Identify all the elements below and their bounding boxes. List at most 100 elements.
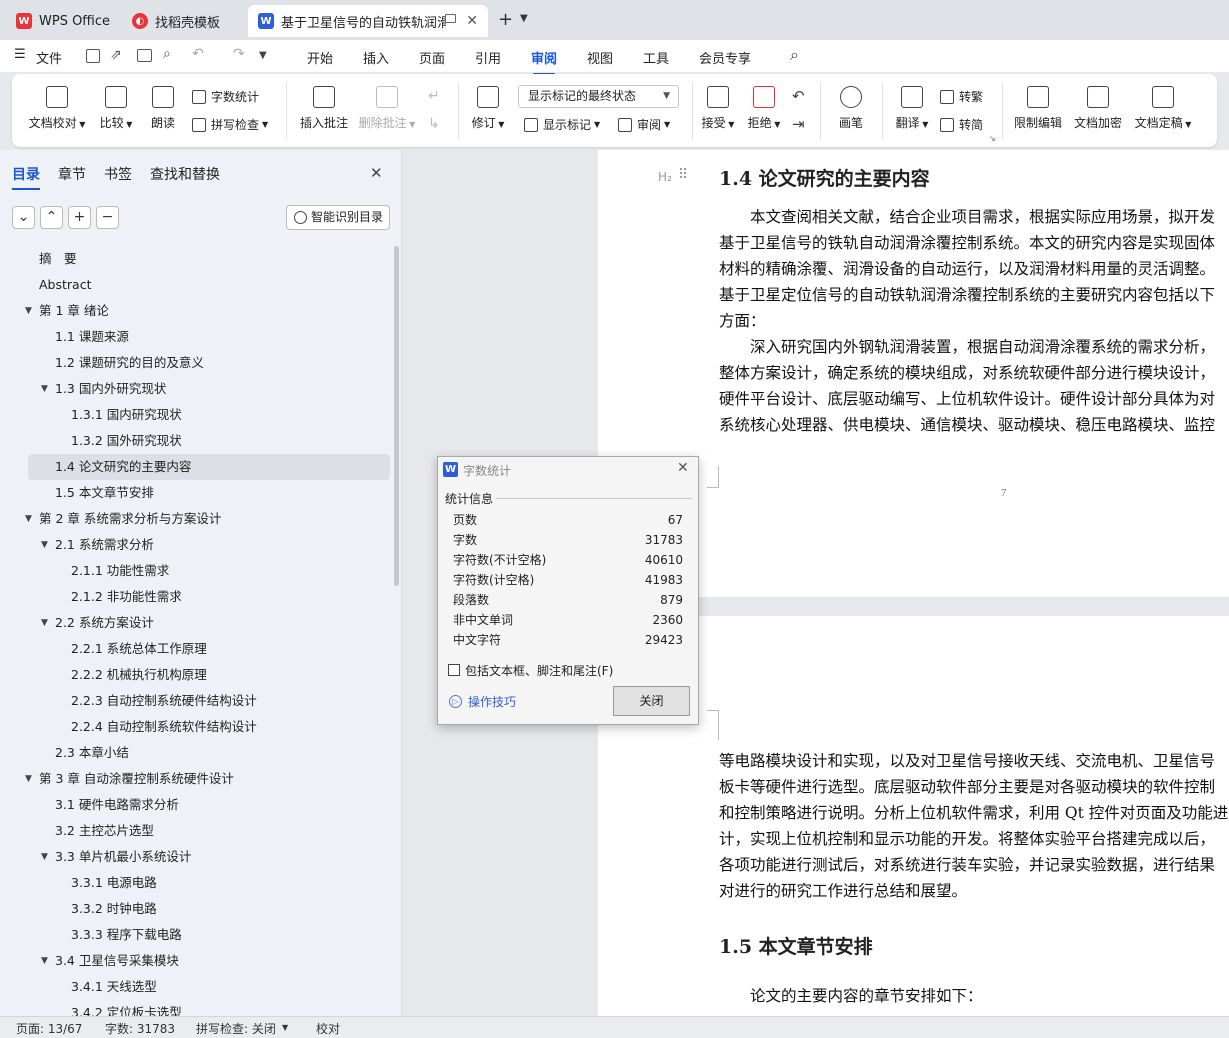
accept-button[interactable]: 接受 ▼: [698, 86, 738, 131]
compare-button[interactable]: 比较 ▼: [96, 86, 136, 131]
page-indicator[interactable]: 页面: 13/67: [16, 1020, 82, 1037]
toc-item[interactable]: ▼ 第 3 章 自动涂覆控制系统硬件设计: [0, 766, 402, 792]
toc-item[interactable]: 1.1 课题来源: [0, 324, 402, 350]
toc-item[interactable]: 1.4 论文研究的主要内容: [28, 454, 390, 480]
previous-comment-icon[interactable]: ↵: [428, 88, 440, 104]
close-pane-icon[interactable]: ✕: [370, 164, 383, 182]
expand-toggle-icon[interactable]: ▼: [25, 506, 32, 532]
doc-check-button[interactable]: 文档校对 ▼: [26, 86, 88, 131]
toc-item[interactable]: 3.3.1 电源电路: [0, 870, 402, 896]
toc-item[interactable]: ▼ 第 1 章 绪论: [0, 298, 402, 324]
read-aloud-button[interactable]: 朗读: [148, 86, 178, 131]
collapse-chevron-icon[interactable]: ⌄: [12, 206, 35, 229]
toc-item[interactable]: 1.3.2 国外研究现状: [0, 428, 402, 454]
tab-list-chevron-icon[interactable]: ▼: [520, 13, 528, 24]
tips-link[interactable]: 操作技巧: [468, 693, 516, 710]
sidebar-scrollbar[interactable]: [394, 246, 399, 586]
menu-start[interactable]: 开始: [303, 46, 337, 69]
expand-toggle-icon[interactable]: ▼: [41, 610, 48, 636]
tab-wps-office[interactable]: W WPS Office: [6, 5, 118, 37]
toc-item[interactable]: 3.2 主控芯片选型: [0, 818, 402, 844]
toc-item[interactable]: Abstract: [0, 272, 402, 298]
menu-insert[interactable]: 插入: [359, 46, 393, 69]
toc-item[interactable]: 3.4.1 天线选型: [0, 974, 402, 1000]
toc-item[interactable]: 2.1.1 功能性需求: [0, 558, 402, 584]
print-icon[interactable]: [137, 49, 152, 62]
tab-toc[interactable]: 目录: [12, 164, 40, 190]
add-heading-icon[interactable]: +: [68, 206, 91, 229]
print-preview-icon[interactable]: ⌕: [163, 46, 171, 62]
toc-item[interactable]: 2.2.3 自动控制系统硬件结构设计: [0, 688, 402, 714]
toc-item[interactable]: ▼ 1.3 国内外研究现状: [0, 376, 402, 402]
expand-toggle-icon[interactable]: ▼: [25, 766, 32, 792]
menu-file[interactable]: 文件: [32, 46, 66, 69]
expand-toggle-icon[interactable]: ▼: [41, 844, 48, 870]
new-tab-icon[interactable]: +: [498, 9, 513, 30]
toc-item[interactable]: 3.3.2 时钟电路: [0, 896, 402, 922]
undo-icon[interactable]: ↶: [192, 46, 204, 62]
group-expand-icon[interactable]: ↘: [989, 134, 996, 143]
toc-item[interactable]: 2.2.1 系统总体工作原理: [0, 636, 402, 662]
next-comment-icon[interactable]: ↳: [428, 116, 440, 132]
tab-bookmarks[interactable]: 书签: [104, 164, 132, 184]
word-count-button[interactable]: 字数统计: [192, 88, 259, 105]
doc-encrypt-button[interactable]: 文档加密: [1072, 86, 1124, 131]
reject-button[interactable]: 拒绝 ▼: [744, 86, 784, 131]
expand-toggle-icon[interactable]: ▼: [41, 948, 48, 974]
toc-item[interactable]: 2.2.4 自动控制系统软件结构设计: [0, 714, 402, 740]
toc-item[interactable]: ▼ 3.3 单片机最小系统设计: [0, 844, 402, 870]
chevron-down-icon[interactable]: ▼: [282, 1023, 288, 1032]
doc-finalize-button[interactable]: 文档定稿 ▼: [1132, 86, 1194, 131]
proofread-button[interactable]: 校对: [316, 1020, 340, 1037]
include-textbox-checkbox[interactable]: [448, 664, 460, 676]
dialog-close-icon[interactable]: ✕: [677, 460, 689, 476]
close-button[interactable]: 关闭: [613, 686, 690, 716]
save-icon[interactable]: [86, 49, 100, 63]
toc-item[interactable]: ▼ 2.1 系统需求分析: [0, 532, 402, 558]
toc-item[interactable]: 1.3.1 国内研究现状: [0, 402, 402, 428]
share-icon[interactable]: ⇗: [110, 47, 122, 63]
menu-tools[interactable]: 工具: [639, 46, 673, 69]
quick-access-chevron-icon[interactable]: ▼: [259, 50, 267, 61]
toc-item[interactable]: 2.2.2 机械执行机构原理: [0, 662, 402, 688]
word-count-indicator[interactable]: 字数: 31783: [105, 1020, 175, 1037]
to-traditional-button[interactable]: 转繁: [940, 88, 983, 105]
track-changes-button[interactable]: 修订 ▼: [468, 86, 508, 131]
toc-item[interactable]: 2.3 本章小结: [0, 740, 402, 766]
expand-toggle-icon[interactable]: ▼: [25, 298, 32, 324]
menu-page[interactable]: 页面: [415, 46, 449, 69]
smart-toc-button[interactable]: 智能识别目录: [286, 205, 390, 230]
review-pane-button[interactable]: 审阅 ▼: [618, 116, 670, 133]
menu-view[interactable]: 视图: [583, 46, 617, 69]
spell-check-status[interactable]: 拼写检查: 关闭: [196, 1020, 276, 1037]
drag-handle-icon[interactable]: ⠿: [678, 167, 688, 183]
menu-references[interactable]: 引用: [471, 46, 505, 69]
show-markup-button[interactable]: 显示标记 ▼: [524, 116, 600, 133]
remove-heading-icon[interactable]: −: [96, 206, 119, 229]
window-mode-icon[interactable]: [445, 14, 456, 23]
pen-button[interactable]: 画笔: [836, 86, 866, 131]
toc-item[interactable]: 3.3.3 程序下载电路: [0, 922, 402, 948]
translate-button[interactable]: 翻译 ▼: [892, 86, 932, 131]
expand-toggle-icon[interactable]: ▼: [41, 376, 48, 402]
toc-item[interactable]: ▼ 第 2 章 系统需求分析与方案设计: [0, 506, 402, 532]
tab-docer-templates[interactable]: ◐ 找稻壳模板: [122, 5, 242, 37]
markup-state-select[interactable]: 显示标记的最终状态 ▼: [518, 85, 679, 108]
toc-item[interactable]: ▼ 2.2 系统方案设计: [0, 610, 402, 636]
search-icon[interactable]: ⌕: [790, 45, 799, 65]
close-tab-icon[interactable]: ✕: [466, 13, 478, 29]
toc-item[interactable]: 2.1.2 非功能性需求: [0, 584, 402, 610]
toc-item[interactable]: 摘 要: [0, 246, 402, 272]
toc-item[interactable]: 1.2 课题研究的目的及意义: [0, 350, 402, 376]
tab-find-replace[interactable]: 查找和替换: [150, 164, 220, 184]
tab-current-document[interactable]: W 基于卫星信号的自动铁轨润滑 ✕: [248, 5, 488, 37]
toc-item[interactable]: 3.1 硬件电路需求分析: [0, 792, 402, 818]
expand-chevron-icon[interactable]: ⌃: [40, 206, 63, 229]
tab-chapters[interactable]: 章节: [58, 164, 86, 184]
toc-item[interactable]: 1.5 本文章节安排: [0, 480, 402, 506]
hamburger-icon[interactable]: ☰: [14, 47, 26, 62]
menu-review[interactable]: 审阅: [527, 46, 561, 75]
to-simplified-button[interactable]: 转简: [940, 116, 983, 133]
toc-item[interactable]: ▼ 3.4 卫星信号采集模块: [0, 948, 402, 974]
expand-toggle-icon[interactable]: ▼: [41, 532, 48, 558]
